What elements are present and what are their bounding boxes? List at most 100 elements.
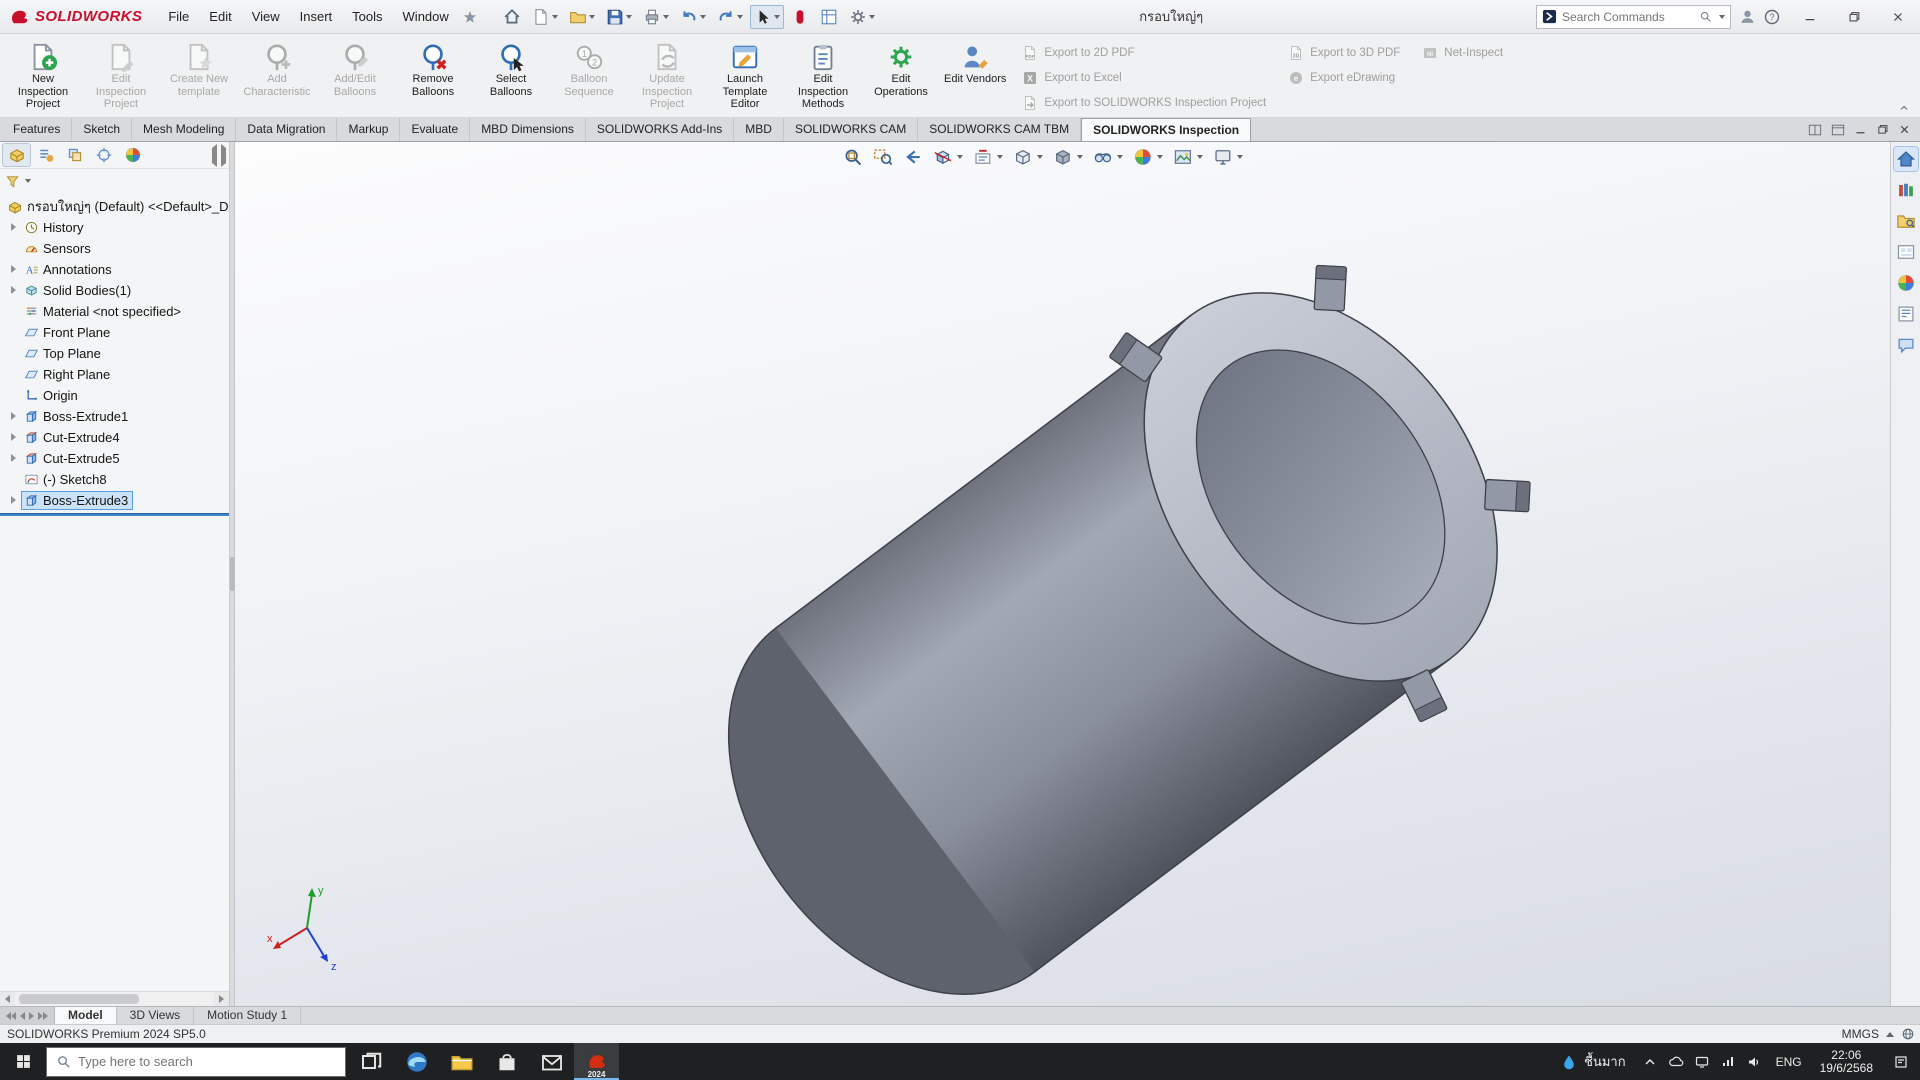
- tab-data-migration[interactable]: Data Migration: [236, 118, 337, 141]
- ribbon-button-new-inspection-project[interactable]: New Inspection Project: [4, 37, 82, 117]
- taskbar-app-edge[interactable]: [394, 1043, 439, 1080]
- language-indicator[interactable]: ENG: [1767, 1055, 1811, 1069]
- tree-item-cut-extrude5[interactable]: Cut-Extrude5: [0, 448, 229, 469]
- panel-horizontal-scrollbar[interactable]: [0, 991, 229, 1006]
- panel-tab-prev-icon[interactable]: [212, 148, 217, 163]
- tree-item-right-plane[interactable]: Right Plane: [0, 364, 229, 385]
- ribbon-collapse-icon[interactable]: [1898, 102, 1910, 114]
- dropdown-arrow-icon[interactable]: [1196, 155, 1202, 159]
- taskpane-file-explorer-pane[interactable]: [1894, 209, 1918, 233]
- taskbar-search-input[interactable]: [78, 1054, 336, 1069]
- action-center-button[interactable]: [1882, 1043, 1920, 1080]
- dropdown-arrow-icon[interactable]: [1116, 155, 1122, 159]
- filter-funnel-icon[interactable]: [5, 174, 20, 189]
- tray-cloud[interactable]: [1663, 1043, 1689, 1080]
- tree-item-sensors[interactable]: Sensors: [0, 238, 229, 259]
- taskbar-app-solidworks[interactable]: 2024: [574, 1043, 619, 1080]
- hud-apply-scene[interactable]: [1171, 146, 1203, 168]
- taskbar-app-mail[interactable]: [529, 1043, 574, 1080]
- command-search-input[interactable]: [1562, 10, 1694, 24]
- tab-sketch[interactable]: Sketch: [72, 118, 132, 141]
- units-label[interactable]: MMGS: [1842, 1027, 1879, 1041]
- taskpane-custom-properties[interactable]: [1894, 302, 1918, 326]
- globe-icon[interactable]: [1901, 1027, 1915, 1041]
- expand-arrow-icon[interactable]: [8, 494, 21, 507]
- tree-item-origin[interactable]: Origin: [0, 385, 229, 406]
- dropdown-arrow-icon[interactable]: [1236, 155, 1242, 159]
- rollback-bar[interactable]: [0, 513, 229, 516]
- dropdown-arrow-icon[interactable]: [700, 15, 706, 19]
- doc-minimize-icon[interactable]: [1854, 123, 1867, 136]
- tree-item-front-plane[interactable]: Front Plane: [0, 322, 229, 343]
- close-button[interactable]: [1876, 0, 1920, 34]
- undo-button[interactable]: [676, 5, 710, 29]
- dropdown-arrow-icon[interactable]: [869, 15, 875, 19]
- start-button[interactable]: [0, 1043, 46, 1080]
- taskbar-app-store[interactable]: [484, 1043, 529, 1080]
- tree-item-cut-extrude4[interactable]: Cut-Extrude4: [0, 427, 229, 448]
- hud-zoom-fit[interactable]: [841, 146, 863, 168]
- expand-arrow-icon[interactable]: [8, 221, 21, 234]
- options-gear-button[interactable]: [845, 5, 879, 29]
- hud-previous-view[interactable]: [901, 146, 923, 168]
- dropdown-arrow-icon[interactable]: [996, 155, 1002, 159]
- last-tab-icon[interactable]: [38, 1012, 48, 1020]
- help-icon[interactable]: ?: [1764, 9, 1780, 25]
- doc-tab-model[interactable]: Model: [55, 1007, 117, 1024]
- expand-arrow-icon[interactable]: [8, 431, 21, 444]
- next-tab-icon[interactable]: [29, 1012, 34, 1020]
- taskbar-app-task-view[interactable]: [349, 1043, 394, 1080]
- inspection-addin-button[interactable]: [787, 5, 813, 29]
- tree-item-material-not-specified[interactable]: Material <not specified>: [0, 301, 229, 322]
- panel-tab-property-manager[interactable]: [32, 144, 59, 166]
- tree-item-boss-extrude1[interactable]: Boss-Extrude1: [0, 406, 229, 427]
- user-account-icon[interactable]: [1739, 8, 1756, 25]
- hud-display-style[interactable]: [1051, 146, 1083, 168]
- tab-markup[interactable]: Markup: [337, 118, 400, 141]
- taskbar-clock[interactable]: 22:06 19/6/2568: [1811, 1049, 1882, 1075]
- open-button[interactable]: [565, 5, 599, 29]
- print-button[interactable]: [639, 5, 673, 29]
- dropdown-arrow-icon[interactable]: [737, 15, 743, 19]
- taskpane-appearances[interactable]: [1894, 271, 1918, 295]
- filter-dropdown-icon[interactable]: [25, 179, 31, 183]
- tab-evaluate[interactable]: Evaluate: [400, 118, 470, 141]
- home-button[interactable]: [499, 5, 525, 29]
- select-cursor-button[interactable]: [750, 5, 784, 29]
- scroll-right-icon[interactable]: [214, 992, 229, 1006]
- dropdown-arrow-icon[interactable]: [589, 15, 595, 19]
- ribbon-button-edit-operations[interactable]: Edit Operations: [862, 37, 940, 117]
- dropdown-arrow-icon[interactable]: [1076, 155, 1082, 159]
- tray-chevron-up[interactable]: [1637, 1043, 1663, 1080]
- scrollbar-thumb[interactable]: [19, 994, 139, 1004]
- tab-mbd[interactable]: MBD: [734, 118, 784, 141]
- command-search-box[interactable]: [1536, 5, 1731, 29]
- search-dropdown-icon[interactable]: [1719, 15, 1725, 19]
- taskpane-resources[interactable]: [1894, 147, 1918, 171]
- menu-tools[interactable]: Tools: [342, 0, 392, 33]
- tab-solidworks-cam-tbm[interactable]: SOLIDWORKS CAM TBM: [918, 118, 1081, 141]
- prev-tab-icon[interactable]: [20, 1012, 25, 1020]
- tree-item-boss-extrude3[interactable]: Boss-Extrude3: [0, 490, 229, 511]
- tray-monitor[interactable]: [1689, 1043, 1715, 1080]
- tree-item-top-plane[interactable]: Top Plane: [0, 343, 229, 364]
- hud-dynamic-annotation[interactable]: [971, 146, 1003, 168]
- panel-tab-feature-manager[interactable]: [3, 144, 30, 166]
- menu-edit[interactable]: Edit: [199, 0, 241, 33]
- ribbon-button-edit-vendors[interactable]: Edit Vendors: [940, 37, 1010, 117]
- restore-button[interactable]: [1832, 0, 1876, 34]
- doc-close-icon[interactable]: [1898, 123, 1911, 136]
- redo-button[interactable]: [713, 5, 747, 29]
- pane-single-icon[interactable]: [1831, 123, 1845, 137]
- panel-tab-dimxpert-manager[interactable]: [90, 144, 117, 166]
- panel-tab-configuration-manager[interactable]: [61, 144, 88, 166]
- tab-solidworks-add-ins[interactable]: SOLIDWORKS Add-Ins: [586, 118, 734, 141]
- doc-tab-3d-views[interactable]: 3D Views: [117, 1007, 194, 1024]
- taskpane-view-palette[interactable]: [1894, 240, 1918, 264]
- search-icon[interactable]: [1699, 10, 1712, 23]
- expand-arrow-icon[interactable]: [8, 410, 21, 423]
- hud-zoom-area[interactable]: [871, 146, 893, 168]
- hud-hide-show[interactable]: [1091, 146, 1123, 168]
- ribbon-button-select-balloons[interactable]: Select Balloons: [472, 37, 550, 117]
- ribbon-button-launch-template-editor[interactable]: Launch Template Editor: [706, 37, 784, 117]
